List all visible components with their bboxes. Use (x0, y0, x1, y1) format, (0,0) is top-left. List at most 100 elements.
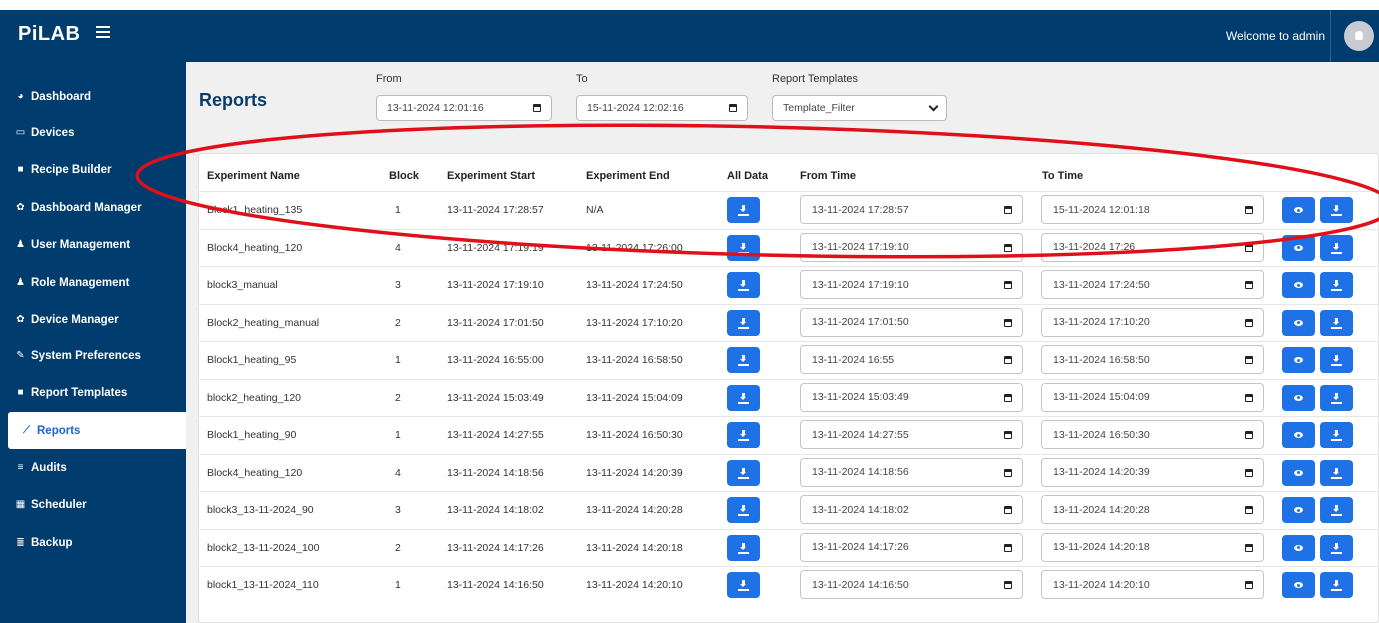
calendar-icon[interactable] (1245, 393, 1253, 402)
view-button[interactable] (1282, 534, 1315, 561)
sidebar-item-label: Report Templates (31, 386, 128, 399)
brand-logo[interactable]: PiLAB (18, 23, 81, 46)
to-time-input[interactable]: 13-11-2024 17:24:50 (1041, 270, 1264, 299)
download-button[interactable] (1320, 272, 1353, 298)
all-data-download-button[interactable] (727, 422, 760, 448)
calendar-icon[interactable] (1245, 543, 1253, 552)
calendar-icon[interactable] (1004, 281, 1012, 289)
calendar-icon[interactable] (1245, 431, 1253, 439)
to-time-input[interactable]: 13-11-2024 14:20:10 (1041, 570, 1264, 599)
download-button[interactable] (1320, 459, 1353, 486)
view-button[interactable] (1282, 572, 1315, 598)
view-button[interactable] (1282, 347, 1315, 373)
calendar-icon[interactable] (1004, 356, 1012, 364)
sidebar-item-device-manager[interactable]: ✿ Device Manager (0, 301, 186, 338)
calendar-icon[interactable] (729, 104, 737, 112)
from-time-input[interactable]: 13-11-2024 17:19:10 (800, 232, 1023, 262)
avatar[interactable] (1344, 21, 1374, 51)
view-button[interactable] (1282, 459, 1315, 486)
all-data-download-button[interactable] (727, 309, 760, 336)
download-button[interactable] (1320, 309, 1353, 336)
calendar-icon[interactable] (1004, 506, 1012, 514)
calendar-icon[interactable] (1004, 431, 1012, 439)
view-button[interactable] (1282, 497, 1315, 523)
calendar-icon[interactable] (1004, 393, 1012, 402)
to-time-input[interactable]: 13-11-2024 15:04:09 (1041, 382, 1264, 412)
sidebar-item-scheduler[interactable]: ▦ Scheduler (0, 486, 186, 523)
calendar-icon[interactable] (1004, 318, 1012, 327)
calendar-icon[interactable] (1004, 581, 1012, 589)
calendar-icon[interactable] (1245, 581, 1253, 589)
all-data-download-button[interactable] (727, 459, 760, 486)
calendar-icon[interactable] (1004, 543, 1012, 552)
from-time-input[interactable]: 13-11-2024 14:17:26 (800, 532, 1023, 562)
calendar-icon[interactable] (1245, 206, 1253, 214)
sidebar-item-dashboard[interactable]: ◕ Dashboard (0, 78, 186, 115)
calendar-icon[interactable] (533, 104, 541, 112)
calendar-icon[interactable] (1004, 468, 1012, 477)
sidebar-item-backup[interactable]: ≣ Backup (0, 524, 186, 561)
all-data-download-button[interactable] (727, 197, 760, 223)
hamburger-menu-icon[interactable] (96, 26, 110, 40)
calendar-icon[interactable] (1245, 468, 1253, 477)
to-date-input[interactable]: 15-11-2024 12:02:16 (576, 95, 748, 121)
from-time-input[interactable]: 13-11-2024 16:55 (800, 345, 1023, 374)
to-time-input[interactable]: 13-11-2024 14:20:28 (1041, 495, 1264, 524)
calendar-icon[interactable] (1245, 356, 1253, 364)
download-button[interactable] (1320, 422, 1353, 448)
view-button[interactable] (1282, 384, 1315, 411)
sidebar-item-reports[interactable]: ⟋ Reports (8, 412, 186, 449)
view-button[interactable] (1282, 272, 1315, 298)
to-time-input[interactable]: 15-11-2024 12:01:18 (1041, 195, 1264, 224)
from-time-input[interactable]: 13-11-2024 14:18:02 (800, 495, 1023, 524)
download-button[interactable] (1320, 384, 1353, 411)
view-button[interactable] (1282, 197, 1315, 223)
to-time-input[interactable]: 13-11-2024 14:20:18 (1041, 532, 1264, 562)
from-time-input[interactable]: 13-11-2024 14:18:56 (800, 457, 1023, 487)
sidebar-item-audits[interactable]: ≡ Audits (0, 449, 186, 486)
download-button[interactable] (1320, 197, 1353, 223)
sidebar-item-system-preferences[interactable]: ✎ System Preferences (0, 337, 186, 374)
download-button[interactable] (1320, 534, 1353, 561)
download-button[interactable] (1320, 234, 1353, 261)
all-data-download-button[interactable] (727, 234, 760, 261)
all-data-download-button[interactable] (727, 534, 760, 561)
sidebar-item-recipe-builder[interactable]: ■ Recipe Builder (0, 151, 186, 188)
sidebar-item-devices[interactable]: ▭ Devices (0, 114, 186, 151)
download-button[interactable] (1320, 572, 1353, 598)
calendar-icon[interactable] (1004, 243, 1012, 252)
to-time-input[interactable]: 13-11-2024 17:26 (1041, 232, 1264, 262)
sidebar-item-report-templates[interactable]: ■ Report Templates (0, 374, 186, 411)
all-data-download-button[interactable] (727, 384, 760, 411)
calendar-icon[interactable] (1245, 506, 1253, 514)
from-time-input[interactable]: 13-11-2024 17:01:50 (800, 307, 1023, 337)
sidebar-item-dashboard-manager[interactable]: ✿ Dashboard Manager (0, 189, 186, 226)
from-time-input[interactable]: 13-11-2024 14:16:50 (800, 570, 1023, 599)
report-template-select[interactable]: Template_Filter (772, 95, 947, 121)
from-time-input[interactable]: 13-11-2024 15:03:49 (800, 382, 1023, 412)
all-data-download-button[interactable] (727, 347, 760, 373)
from-date-input[interactable]: 13-11-2024 12:01:16 (376, 95, 552, 121)
from-time-input[interactable]: 13-11-2024 17:28:57 (800, 195, 1023, 224)
view-button[interactable] (1282, 309, 1315, 336)
all-data-download-button[interactable] (727, 272, 760, 298)
all-data-download-button[interactable] (727, 497, 760, 523)
all-data-download-button[interactable] (727, 572, 760, 598)
to-time-input[interactable]: 13-11-2024 16:58:50 (1041, 345, 1264, 374)
download-button[interactable] (1320, 497, 1353, 523)
to-time-input[interactable]: 13-11-2024 17:10:20 (1041, 307, 1264, 337)
from-time-input[interactable]: 13-11-2024 14:27:55 (800, 420, 1023, 449)
calendar-icon[interactable] (1245, 281, 1253, 289)
download-button[interactable] (1320, 347, 1353, 373)
experiment-end-cell: 13-11-2024 14:20:28 (586, 504, 683, 516)
calendar-icon[interactable] (1245, 318, 1253, 327)
sidebar-item-user-management[interactable]: ♟ User Management (0, 226, 186, 263)
from-time-input[interactable]: 13-11-2024 17:19:10 (800, 270, 1023, 299)
view-button[interactable] (1282, 422, 1315, 448)
to-time-input[interactable]: 13-11-2024 14:20:39 (1041, 457, 1264, 487)
view-button[interactable] (1282, 234, 1315, 261)
calendar-icon[interactable] (1004, 206, 1012, 214)
calendar-icon[interactable] (1245, 243, 1253, 252)
sidebar-item-role-management[interactable]: ♟ Role Management (0, 264, 186, 301)
to-time-input[interactable]: 13-11-2024 16:50:30 (1041, 420, 1264, 449)
